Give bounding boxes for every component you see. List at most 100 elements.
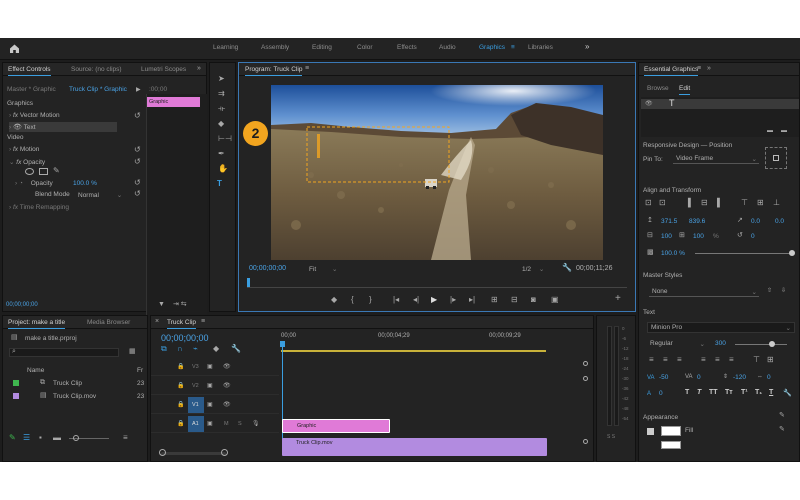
- play-icon[interactable]: ▶: [431, 296, 437, 304]
- track-header-v1[interactable]: 🔒 V1 ▣ 👁: [151, 396, 279, 414]
- time-remapping-row[interactable]: › fx Time Remapping: [9, 204, 69, 211]
- anchor-value[interactable]: 0.0: [775, 218, 784, 225]
- timeline-settings-icon[interactable]: 🔧: [231, 345, 241, 353]
- reset-icon-2[interactable]: ↺: [134, 146, 141, 154]
- master-label[interactable]: Master * Graphic: [7, 86, 56, 93]
- zoom-slider-handle[interactable]: [73, 435, 79, 441]
- freeform-view-icon[interactable]: ▬: [53, 434, 61, 442]
- panel-overflow-icon[interactable]: »: [197, 65, 201, 73]
- project-item-row[interactable]: ⧉ Truck Clip 23: [3, 378, 149, 390]
- clip-label[interactable]: Truck Clip * Graphic: [69, 86, 127, 93]
- workspace-editing[interactable]: Editing: [312, 44, 332, 51]
- add-marker-timeline-icon[interactable]: ◆: [213, 345, 219, 353]
- reset-icon-3[interactable]: ↺: [134, 158, 141, 166]
- tab-lumetri-scopes[interactable]: Lumetri Scopes: [141, 66, 186, 73]
- eye-icon[interactable]: 👁: [223, 382, 231, 390]
- align-text-right-icon[interactable]: ≡: [677, 356, 682, 364]
- faux-italic-button[interactable]: T: [697, 389, 701, 396]
- track-header-v2[interactable]: 🔒 V2 ▣ 👁: [151, 377, 279, 395]
- text-settings-icon[interactable]: 🔧: [783, 389, 792, 397]
- timeline-zoom-handle[interactable]: [221, 449, 228, 456]
- tab-browse[interactable]: Browse: [647, 85, 669, 92]
- video-frame[interactable]: [271, 85, 603, 260]
- icon-view-icon[interactable]: ▪: [39, 434, 42, 442]
- sort-icon[interactable]: ≡: [123, 434, 128, 442]
- scroll-handle[interactable]: [583, 439, 588, 444]
- leading-value[interactable]: -120: [733, 374, 746, 381]
- wrench-icon[interactable]: 🔧: [562, 264, 572, 272]
- scrubber-playhead[interactable]: [247, 278, 250, 287]
- timeline-timecode[interactable]: 00;00;00;00: [161, 333, 209, 343]
- opacity-percent[interactable]: 100.0 %: [661, 250, 685, 257]
- rotate-value[interactable]: 0: [751, 233, 755, 240]
- workspace-learning[interactable]: Learning: [213, 44, 238, 51]
- lock-icon[interactable]: 🔒: [177, 401, 184, 409]
- justify-all-icon[interactable]: ≡: [729, 356, 734, 364]
- eye-icon[interactable]: 👁: [223, 363, 231, 371]
- mute-button[interactable]: M: [224, 421, 229, 427]
- timeline-menu-icon[interactable]: ≡: [201, 318, 205, 326]
- play-clip-icon[interactable]: ▶: [136, 86, 141, 94]
- align-top-icon[interactable]: ⊤: [741, 199, 748, 207]
- workspace-menu-icon[interactable]: ≡: [511, 44, 515, 51]
- align-bottom-icon[interactable]: ⊥: [773, 199, 780, 207]
- nest-icon[interactable]: ⧉: [161, 345, 167, 353]
- project-item-row[interactable]: ▤ Truck Clip.mov 23: [3, 391, 149, 403]
- close-tab-icon[interactable]: ×: [155, 318, 159, 326]
- align-left-icon[interactable]: ▐: [685, 199, 691, 207]
- rotation-value[interactable]: 0.0: [751, 218, 760, 225]
- opacity-value[interactable]: 100.0 %: [73, 180, 97, 187]
- rectangle-mask-icon[interactable]: [39, 168, 48, 175]
- text-layer-label[interactable]: › 👁 Text: [9, 123, 36, 131]
- workspace-assembly[interactable]: Assembly: [261, 44, 289, 51]
- reset-icon-5[interactable]: ↺: [134, 190, 141, 198]
- track-select-tool-icon[interactable]: ⇉: [218, 90, 225, 98]
- export-frame-icon[interactable]: ◙: [531, 296, 536, 304]
- project-search-input[interactable]: [9, 348, 119, 357]
- zoom-select[interactable]: Fit ⌄: [309, 265, 338, 273]
- small-caps-button[interactable]: Tт: [725, 389, 733, 396]
- program-menu-icon[interactable]: ≡: [305, 65, 309, 73]
- position-x[interactable]: 371.5: [661, 218, 677, 225]
- position-y[interactable]: 839.6: [689, 218, 705, 225]
- hand-tool-icon[interactable]: ✋: [218, 165, 228, 173]
- workspace-overflow-icon[interactable]: »: [585, 42, 589, 51]
- go-to-in-icon[interactable]: |◂: [393, 296, 399, 304]
- lock-icon[interactable]: 🔒: [177, 363, 184, 371]
- workspace-graphics[interactable]: Graphics: [479, 44, 505, 51]
- graphic-clip[interactable]: Graphic: [282, 419, 390, 433]
- text-top-icon[interactable]: ⊤: [753, 356, 760, 364]
- program-timecode[interactable]: 00;00;00;00: [249, 265, 286, 272]
- fill-checkbox[interactable]: [647, 428, 654, 435]
- add-button-icon[interactable]: +: [615, 294, 621, 304]
- justify-icon[interactable]: ≡: [701, 356, 706, 364]
- font-size-slider-handle[interactable]: [769, 341, 775, 347]
- go-to-out-icon[interactable]: ▸|: [469, 296, 475, 304]
- workspace-audio[interactable]: Audio: [439, 44, 456, 51]
- overwrite-icon[interactable]: ⊟: [511, 296, 518, 304]
- align-text-left-icon[interactable]: ≡: [649, 356, 654, 364]
- eyedropper-icon[interactable]: ✎: [779, 412, 785, 420]
- timeline-ruler[interactable]: 00;00 00;00;04;29 00;00;09;29: [280, 333, 586, 355]
- opacity-slider-handle[interactable]: [789, 250, 795, 256]
- kerning-value[interactable]: 0: [697, 374, 701, 381]
- justify-last-icon[interactable]: ≡: [715, 356, 720, 364]
- solo-buttons[interactable]: S S: [607, 434, 615, 440]
- step-forward-icon[interactable]: |▸: [450, 296, 456, 304]
- selection-tool-icon[interactable]: ➤: [218, 75, 225, 83]
- essential-graphics-title[interactable]: Essential Graphics: [644, 66, 699, 76]
- resolution-select[interactable]: 1/2 ⌄: [522, 265, 544, 273]
- type-tool-icon[interactable]: T: [217, 180, 222, 188]
- opacity-row[interactable]: ⌄ fx Opacity: [9, 158, 45, 166]
- timeline-horizontal-scrollbar[interactable]: [161, 452, 226, 455]
- tab-media-browser[interactable]: Media Browser: [87, 319, 130, 326]
- stroke-color-swatch[interactable]: [661, 441, 681, 449]
- align-text-center-icon[interactable]: ≡: [663, 356, 668, 364]
- mini-graphic-clip[interactable]: Graphic: [147, 97, 200, 107]
- insert-icon[interactable]: ⊞: [491, 296, 498, 304]
- underline-button[interactable]: T: [769, 389, 773, 396]
- reset-icon-1[interactable]: ↺: [134, 112, 141, 120]
- eg-overflow-icon[interactable]: »: [707, 65, 711, 73]
- lock-icon[interactable]: 🔒: [177, 420, 184, 428]
- subscript-button[interactable]: T₁: [755, 389, 762, 396]
